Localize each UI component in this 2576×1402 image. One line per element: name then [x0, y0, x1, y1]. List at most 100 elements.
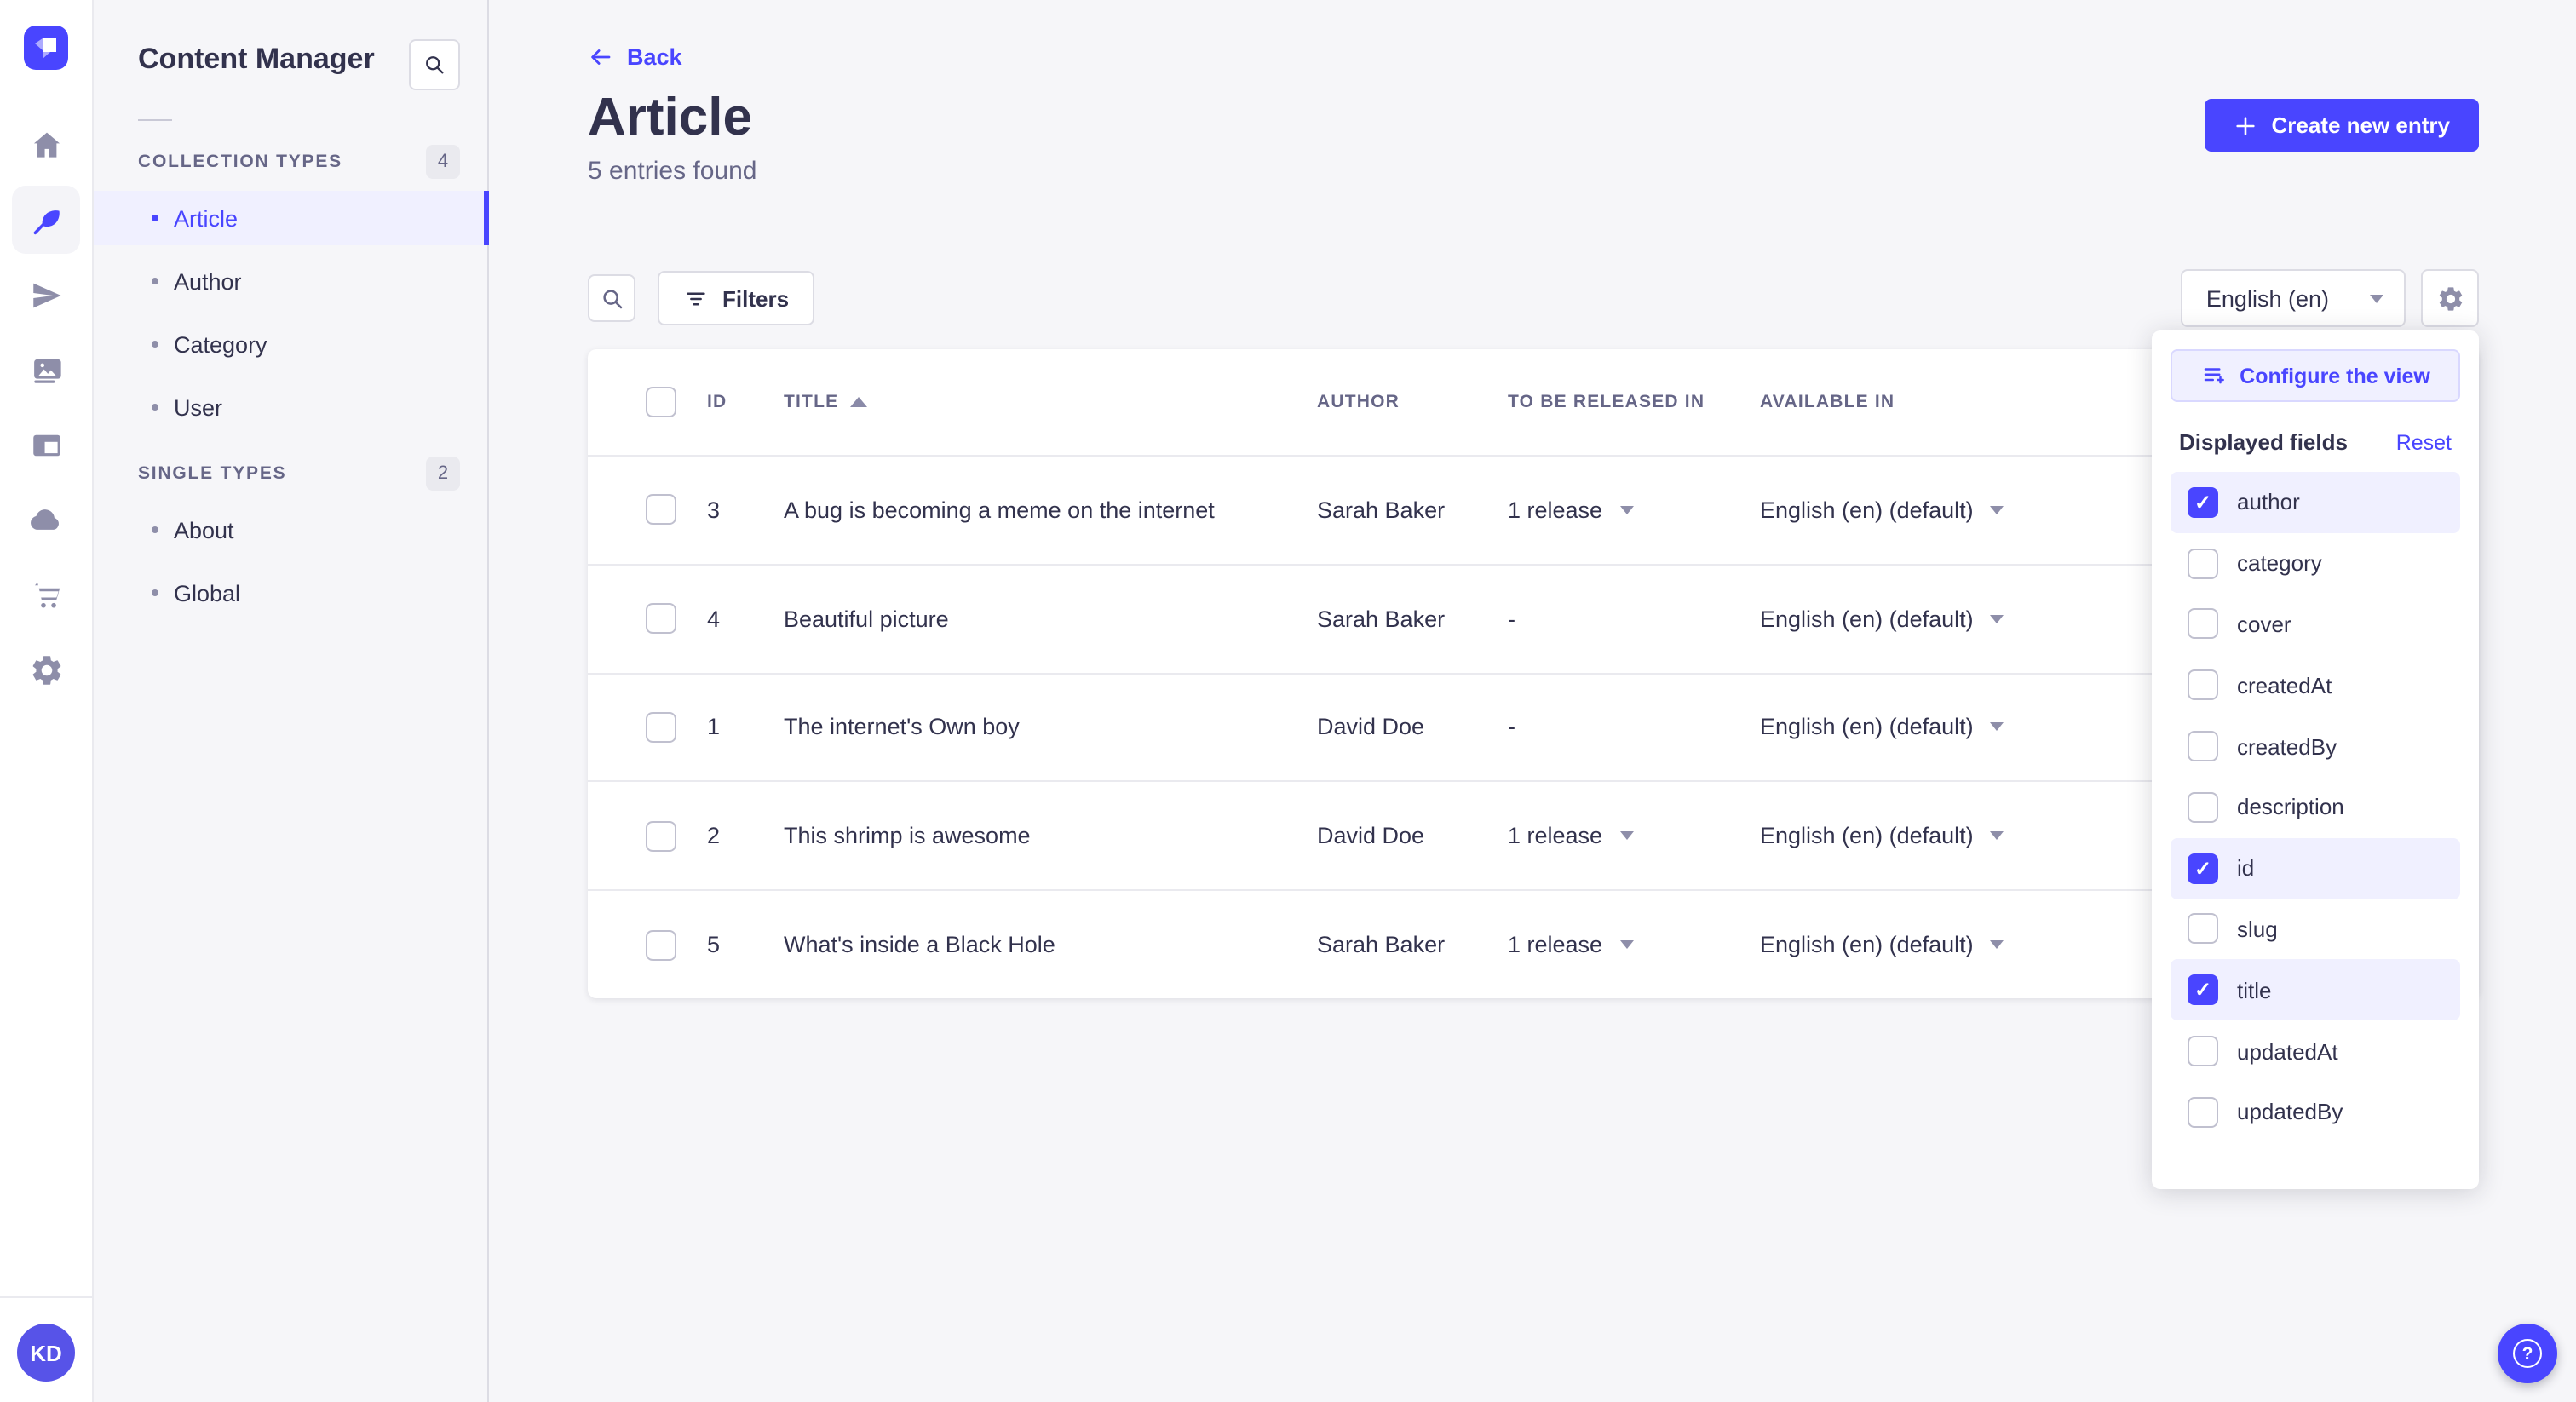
checkbox-icon[interactable]: [2188, 913, 2218, 945]
back-link[interactable]: Back: [588, 44, 682, 70]
sidebar-item-global[interactable]: Global: [94, 566, 487, 620]
row-checkbox[interactable]: [646, 820, 676, 852]
displayed-field-id[interactable]: id: [2171, 837, 2460, 899]
checkbox-icon[interactable]: [2188, 486, 2218, 518]
sidebar-item-category[interactable]: Category: [94, 317, 487, 371]
marketplace-icon[interactable]: [12, 560, 80, 629]
cell-release[interactable]: 1 release: [1508, 824, 1760, 849]
releases-icon[interactable]: [12, 261, 80, 329]
list-toolbar: Filters English (en): [588, 269, 2479, 327]
chevron-down-icon: [1619, 831, 1634, 841]
column-header-title[interactable]: TITLE: [784, 392, 1317, 412]
displayed-field-createdBy[interactable]: createdBy: [2171, 715, 2460, 777]
bullet-icon: [152, 526, 158, 533]
locale-select[interactable]: English (en): [2180, 269, 2406, 327]
displayed-field-updatedAt[interactable]: updatedAt: [2171, 1020, 2460, 1082]
sidebar-item-article[interactable]: Article: [94, 191, 489, 245]
filters-button[interactable]: Filters: [658, 271, 815, 325]
checkbox-icon[interactable]: [2188, 791, 2218, 823]
row-checkbox[interactable]: [646, 494, 676, 526]
chevron-down-icon: [1990, 722, 2004, 732]
checkbox-icon[interactable]: [2188, 853, 2218, 884]
reset-link[interactable]: Reset: [2396, 430, 2452, 454]
cell-title: This shrimp is awesome: [784, 823, 1031, 849]
content-manager-icon[interactable]: [12, 186, 80, 254]
cell-id: 5: [707, 932, 721, 958]
bullet-icon: [152, 341, 158, 348]
checkbox-icon[interactable]: [2188, 548, 2218, 579]
displayed-field-updatedBy[interactable]: updatedBy: [2171, 1082, 2460, 1143]
displayed-field-category[interactable]: category: [2171, 533, 2460, 595]
search-icon: [602, 289, 622, 308]
user-avatar[interactable]: KD: [17, 1324, 75, 1382]
checkbox-icon[interactable]: [2188, 1096, 2218, 1128]
checkbox-icon[interactable]: [2188, 974, 2218, 1006]
content-type-builder-icon[interactable]: [12, 411, 80, 479]
media-library-icon[interactable]: [12, 336, 80, 404]
checkbox-icon[interactable]: [2188, 608, 2218, 640]
cell-title: A bug is becoming a meme on the internet: [784, 497, 1215, 523]
cell-release[interactable]: 1 release: [1508, 932, 1760, 957]
checkbox-icon[interactable]: [2188, 1036, 2218, 1067]
displayed-field-title[interactable]: title: [2171, 959, 2460, 1021]
column-header-author[interactable]: AUTHOR: [1317, 392, 1508, 412]
chevron-down-icon: [1990, 940, 2004, 950]
arrow-left-icon: [591, 49, 611, 65]
chevron-down-icon: [1990, 505, 2004, 514]
home-icon[interactable]: [12, 111, 80, 179]
cell-release[interactable]: 1 release: [1508, 497, 1760, 523]
chevron-down-icon: [1619, 940, 1634, 950]
displayed-field-cover[interactable]: cover: [2171, 594, 2460, 655]
sidebar-item-about[interactable]: About: [94, 503, 487, 557]
chevron-down-icon: [1990, 831, 2004, 841]
section-label-collection-types: COLLECTION TYPES: [138, 152, 342, 172]
cell-title: Beautiful picture: [784, 606, 949, 632]
sidebar-item-user[interactable]: User: [94, 380, 487, 434]
cell-author: David Doe: [1317, 823, 1425, 849]
search-entries-button[interactable]: [588, 274, 635, 322]
entries-count: 5 entries found: [588, 157, 757, 186]
filter-icon: [687, 291, 705, 305]
create-new-entry-button[interactable]: Create new entry: [2205, 99, 2479, 152]
sidebar-search-button[interactable]: [409, 39, 460, 90]
chevron-down-icon: [1990, 614, 2004, 623]
single-types-count-badge: 2: [426, 457, 460, 491]
column-header-id[interactable]: ID: [707, 392, 784, 412]
cell-id: 1: [707, 714, 721, 740]
collection-types-count-badge: 4: [426, 145, 460, 179]
content-manager-sidebar: Content Manager COLLECTION TYPES 4 Artic…: [94, 0, 489, 1402]
configure-the-view-button[interactable]: Configure the view: [2171, 349, 2460, 402]
displayed-fields-heading: Displayed fields: [2179, 429, 2348, 455]
plus-icon: [2236, 116, 2256, 135]
view-settings-gear-button[interactable]: [2421, 269, 2479, 327]
rail-divider: [0, 1296, 92, 1298]
settings-icon[interactable]: [12, 635, 80, 704]
app-rail: KD: [0, 0, 94, 1402]
single-types-section: SINGLE TYPES 2 About Global: [94, 455, 487, 620]
displayed-field-author[interactable]: author: [2171, 472, 2460, 533]
question-mark-icon: ?: [2513, 1339, 2542, 1368]
checkbox-icon[interactable]: [2188, 731, 2218, 762]
checkbox-icon[interactable]: [2188, 669, 2218, 701]
bullet-icon: [152, 215, 158, 221]
sidebar-header: Content Manager: [94, 0, 487, 119]
configure-view-icon: [2203, 368, 2224, 384]
deploy-cloud-icon[interactable]: [12, 486, 80, 554]
displayed-field-slug[interactable]: slug: [2171, 899, 2460, 960]
active-indicator: [484, 191, 489, 245]
cell-release[interactable]: -: [1508, 715, 1760, 740]
column-header-release[interactable]: TO BE RELEASED IN: [1508, 392, 1760, 412]
cell-release[interactable]: -: [1508, 606, 1760, 631]
row-checkbox[interactable]: [646, 711, 676, 743]
help-button[interactable]: ?: [2498, 1324, 2557, 1383]
row-checkbox[interactable]: [646, 929, 676, 961]
sidebar-item-author[interactable]: Author: [94, 254, 487, 308]
chevron-down-icon: [2370, 294, 2383, 302]
section-label-single-types: SINGLE TYPES: [138, 463, 287, 484]
displayed-field-description[interactable]: description: [2171, 777, 2460, 838]
displayed-field-createdAt[interactable]: createdAt: [2171, 655, 2460, 716]
row-checkbox[interactable]: [646, 603, 676, 635]
collection-types-section: COLLECTION TYPES 4 Article Author Catego…: [94, 143, 489, 434]
chevron-down-icon: [1619, 505, 1634, 514]
select-all-checkbox[interactable]: [646, 387, 676, 417]
